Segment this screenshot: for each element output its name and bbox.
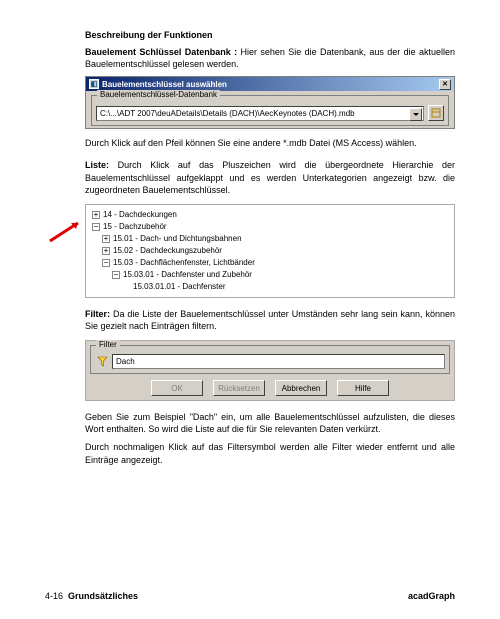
tree-row[interactable]: −15.03 - Dachflächenfenster, Lichtbänder	[88, 257, 450, 269]
filter-dialog: Filter Dach OK Rücksetzen Abbrechen Hilf…	[85, 340, 455, 401]
text-list: Durch Klick auf das Pluszeichen wird die…	[85, 160, 455, 194]
dialog-db-select: ◧ Bauelementschlüssel auswählen ✕ Bauele…	[85, 76, 455, 129]
label-db: Bauelement Schlüssel Datenbank :	[85, 47, 237, 57]
filter-group-label: Filter	[96, 340, 120, 349]
page-footer: 4-16 Grundsätzliches acadGraph	[45, 591, 455, 601]
paragraph-list: Liste: Durch Klick auf das Pluszeichen w…	[85, 159, 455, 195]
help-button[interactable]: Hilfe	[337, 380, 389, 396]
tree-row[interactable]: −15.03.01 - Dachfenster und Zubehör	[88, 269, 450, 281]
paragraph-db-intro: Bauelement Schlüssel Datenbank : Hier se…	[85, 46, 455, 70]
arrow-annotation-icon	[48, 219, 84, 244]
groupbox-db-label: Bauelementschlüssel-Datenbank	[97, 90, 220, 99]
groupbox-db: Bauelementschlüssel-Datenbank C:\...\ADT…	[91, 95, 449, 126]
paragraph-filter-example: Geben Sie zum Beispiel "Dach" ein, um al…	[85, 411, 455, 435]
browse-icon	[431, 108, 441, 118]
tree-row[interactable]: +15.01 - Dach- und Dichtungsbahnen	[88, 233, 450, 245]
app-icon: ◧	[89, 79, 99, 89]
tree-spacer	[122, 283, 130, 291]
chevron-down-icon[interactable]	[409, 108, 422, 121]
paragraph-arrow-hint: Durch Klick auf den Pfeil können Sie ein…	[85, 137, 455, 149]
tree-label: 15.03.01 - Dachfenster und Zubehör	[123, 269, 252, 281]
dialog-title: Bauelementschlüssel auswählen	[102, 80, 227, 89]
db-path-dropdown[interactable]: C:\...\ADT 2007\deuADetails\Details (DAC…	[96, 106, 424, 121]
filter-input[interactable]: Dach	[112, 354, 445, 369]
tree-row[interactable]: −15 - Dachzubehör	[88, 221, 450, 233]
label-list: Liste:	[85, 160, 109, 170]
reset-button[interactable]: Rücksetzen	[213, 380, 265, 396]
plus-icon[interactable]: +	[92, 211, 100, 219]
plus-icon[interactable]: +	[102, 235, 110, 243]
footer-left: 4-16 Grundsätzliches	[45, 591, 138, 601]
text-filter: Da die Liste der Bauelementschlüssel unt…	[85, 309, 455, 331]
tree-row[interactable]: 15.03.01.01 - Dachfenster	[88, 281, 450, 293]
section-heading: Beschreibung der Funktionen	[85, 30, 455, 40]
button-row: OK Rücksetzen Abbrechen Hilfe	[90, 380, 450, 396]
dialog-titlebar: ◧ Bauelementschlüssel auswählen ✕	[86, 77, 454, 91]
minus-icon[interactable]: −	[112, 271, 120, 279]
tree-row[interactable]: +14 - Dachdeckungen	[88, 209, 450, 221]
close-icon[interactable]: ✕	[439, 79, 451, 90]
tree-label: 15.03.01.01 - Dachfenster	[133, 281, 226, 293]
cancel-button[interactable]: Abbrechen	[275, 380, 327, 396]
footer-right: acadGraph	[408, 591, 455, 601]
paragraph-filter-clear: Durch nochmaligen Klick auf das Filtersy…	[85, 441, 455, 465]
funnel-icon[interactable]	[95, 355, 109, 369]
tree-label: 15.02 - Dachdeckungszubehör	[113, 245, 222, 257]
db-path-text: C:\...\ADT 2007\deuADetails\Details (DAC…	[100, 109, 355, 118]
filter-groupbox: Filter Dach	[90, 345, 450, 374]
filter-input-value: Dach	[116, 357, 135, 366]
ok-button[interactable]: OK	[151, 380, 203, 396]
minus-icon[interactable]: −	[92, 223, 100, 231]
tree-label: 15.03 - Dachflächenfenster, Lichtbänder	[113, 257, 255, 269]
label-filter: Filter:	[85, 309, 110, 319]
tree-label: 15.01 - Dach- und Dichtungsbahnen	[113, 233, 242, 245]
paragraph-filter: Filter: Da die Liste der Bauelementschlü…	[85, 308, 455, 332]
tree-view: +14 - Dachdeckungen −15 - Dachzubehör +1…	[85, 204, 455, 298]
page-number: 4-16	[45, 591, 63, 601]
tree-row[interactable]: +15.02 - Dachdeckungszubehör	[88, 245, 450, 257]
minus-icon[interactable]: −	[102, 259, 110, 267]
plus-icon[interactable]: +	[102, 247, 110, 255]
tree-label: 14 - Dachdeckungen	[103, 209, 177, 221]
browse-button[interactable]	[428, 105, 444, 121]
section-name: Grundsätzliches	[68, 591, 138, 601]
tree-label: 15 - Dachzubehör	[103, 221, 167, 233]
